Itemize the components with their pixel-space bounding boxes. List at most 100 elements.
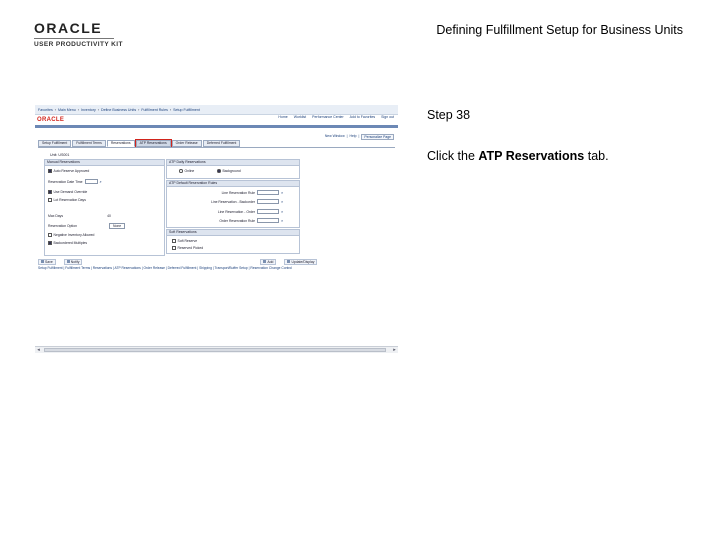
notify-button[interactable]: Notify [63, 258, 83, 265]
atp-daily-group: ATP Daily Reservations Online Background [166, 159, 300, 179]
checkbox[interactable] [172, 246, 176, 250]
rule-label: Line Reservation Rule [221, 190, 255, 195]
checkbox-row[interactable]: Negative Inventory Allowed [48, 233, 94, 237]
tab-deferred-fulfillment[interactable]: Deferred Fulfillment [202, 140, 241, 147]
unit-label: Unit: [50, 153, 58, 157]
update-label: Update/Display [291, 259, 315, 264]
checkbox[interactable] [48, 233, 52, 237]
radio-button[interactable] [217, 169, 221, 173]
checkbox-row[interactable]: Backordered Multiples [48, 241, 87, 245]
app-brand-bar: ORACLE Home Worklist Performance Center … [35, 115, 398, 125]
nav-item[interactable]: Define Business Units [101, 108, 136, 112]
nav-item[interactable]: Favorites [38, 108, 53, 112]
footer-links[interactable]: Setup Fulfillment | Fulfillment Terms | … [38, 266, 395, 270]
reservation-option-select[interactable]: None [109, 223, 126, 229]
breadcrumb-nav: Favorites › Main Menu › Inventory › Define … [35, 105, 398, 115]
toolbar: Save Notify Add Update/Display [38, 257, 395, 266]
add-label: Add [267, 259, 274, 264]
add-button[interactable]: Add [260, 258, 277, 265]
lookup-icon[interactable]: ⌕ [281, 199, 283, 204]
rule-field[interactable] [257, 190, 279, 195]
rule-row: Line Reservation Rule ⌕ [207, 190, 283, 195]
instruction-suffix: tab. [584, 149, 609, 163]
checkbox-row[interactable]: Lot Reservation Days [48, 198, 86, 202]
max-days-value[interactable]: 40 [107, 214, 111, 218]
nav-item[interactable]: Setup Fulfillment [173, 108, 200, 112]
checkbox-label: Use Demand Override [53, 190, 88, 194]
tab-setup-fulfillment[interactable]: Setup Fulfillment [38, 140, 72, 147]
select-row: Reservation Option None [48, 223, 126, 229]
lookup-icon[interactable]: ⌕ [281, 209, 283, 214]
radio-button[interactable] [179, 169, 183, 173]
rule-row: Order Reservation Rule ⌕ [201, 218, 283, 223]
rule-row: Line Reservation - Backorder ⌕ [187, 199, 283, 204]
save-button[interactable]: Save [38, 258, 56, 265]
nav-item[interactable]: Fulfillment Rules [141, 108, 168, 112]
tab-atp-reservations[interactable]: ATP Reservations [134, 139, 172, 148]
group-header: Soft Reservations [167, 230, 299, 236]
checkbox[interactable] [48, 169, 52, 173]
save-label: Save [45, 259, 53, 264]
radio-label: Online [184, 169, 195, 173]
radio-background[interactable]: Background [217, 169, 241, 173]
application-screenshot: Favorites › Main Menu › Inventory › Define … [35, 105, 398, 353]
top-link-signout[interactable]: Sign out [381, 115, 394, 119]
checkbox-label: Reserved Picked [177, 246, 204, 250]
unit-value: US001 [58, 153, 70, 157]
lookup-icon[interactable]: ⌕ [281, 190, 283, 195]
personalize-page-link[interactable]: Personalize Page [361, 134, 394, 140]
top-link-performance[interactable]: Performance Center [312, 115, 344, 119]
scroll-thumb[interactable] [44, 348, 386, 352]
radio-label: Background [222, 169, 241, 173]
checkbox-label: Lot Reservation Days [53, 198, 86, 202]
top-link-home[interactable]: Home [278, 115, 287, 119]
group-header: ATP Daily Reservations [167, 160, 299, 166]
checkbox-row[interactable]: Reserved Picked [172, 246, 203, 250]
checkbox-label: Backordered Multiples [53, 241, 88, 245]
new-window-link[interactable]: New Window [325, 134, 345, 140]
step-instruction: Click the ATP Reservations tab. [427, 149, 609, 163]
save-icon [41, 260, 44, 263]
radio-online[interactable]: Online [179, 169, 194, 173]
tab-fulfillment-terms[interactable]: Fulfillment Terms [72, 140, 106, 147]
checkbox[interactable] [48, 190, 52, 194]
date-field[interactable] [84, 179, 98, 184]
nav-item[interactable]: Main Menu [58, 108, 76, 112]
checkbox[interactable] [172, 239, 176, 243]
lookup-icon[interactable]: ⌕ [100, 179, 102, 184]
tab-order-release[interactable]: Order Release [171, 140, 202, 147]
page-links: New Window | Help | Personalize Page [325, 134, 394, 140]
horizontal-scrollbar[interactable]: ◂ ▸ [35, 346, 398, 353]
logo-product: USER PRODUCTIVITY KIT [34, 41, 123, 48]
field-row: Reservation Date Time ⌕ [48, 179, 102, 184]
rule-label: Line Reservation - Order [217, 209, 255, 214]
checkbox[interactable] [48, 198, 52, 202]
rule-field[interactable] [257, 218, 279, 223]
tab-reservations[interactable]: Reservations [106, 140, 135, 147]
top-link-worklist[interactable]: Worklist [294, 115, 306, 119]
manual-reservations-group: Manual Reservations Auto Reserve Approve… [44, 159, 165, 256]
top-link-favorites[interactable]: Add to Favorites [350, 115, 375, 119]
add-icon [263, 260, 267, 263]
max-days-label: Max Days [48, 214, 64, 218]
rule-row: Line Reservation - Order ⌕ [197, 209, 283, 214]
checkbox-label: Auto Reserve Approved [53, 169, 90, 173]
scroll-left-icon[interactable]: ◂ [35, 347, 42, 353]
document-title: Defining Fulfillment Setup for Business … [436, 23, 683, 37]
checkbox-row[interactable]: Soft Reserve [172, 239, 197, 243]
update-display-button[interactable]: Update/Display [284, 258, 318, 265]
lookup-icon[interactable]: ⌕ [281, 218, 283, 223]
checkbox[interactable] [48, 241, 52, 245]
rule-field[interactable] [257, 209, 279, 214]
notify-label: Notify [70, 259, 80, 264]
checkbox-row[interactable]: Use Demand Override [48, 190, 87, 194]
scroll-right-icon[interactable]: ▸ [391, 347, 398, 353]
rule-field[interactable] [257, 199, 279, 204]
nav-item[interactable]: Inventory [81, 108, 96, 112]
help-link[interactable]: Help [350, 134, 357, 140]
checkbox-row[interactable]: Auto Reserve Approved [48, 169, 89, 173]
footer-link-text[interactable]: Setup Fulfillment | Fulfillment Terms | … [38, 266, 292, 270]
brand-divider [35, 125, 398, 128]
logo-brand: ORACLE [34, 20, 103, 36]
group-header: Manual Reservations [45, 160, 164, 166]
